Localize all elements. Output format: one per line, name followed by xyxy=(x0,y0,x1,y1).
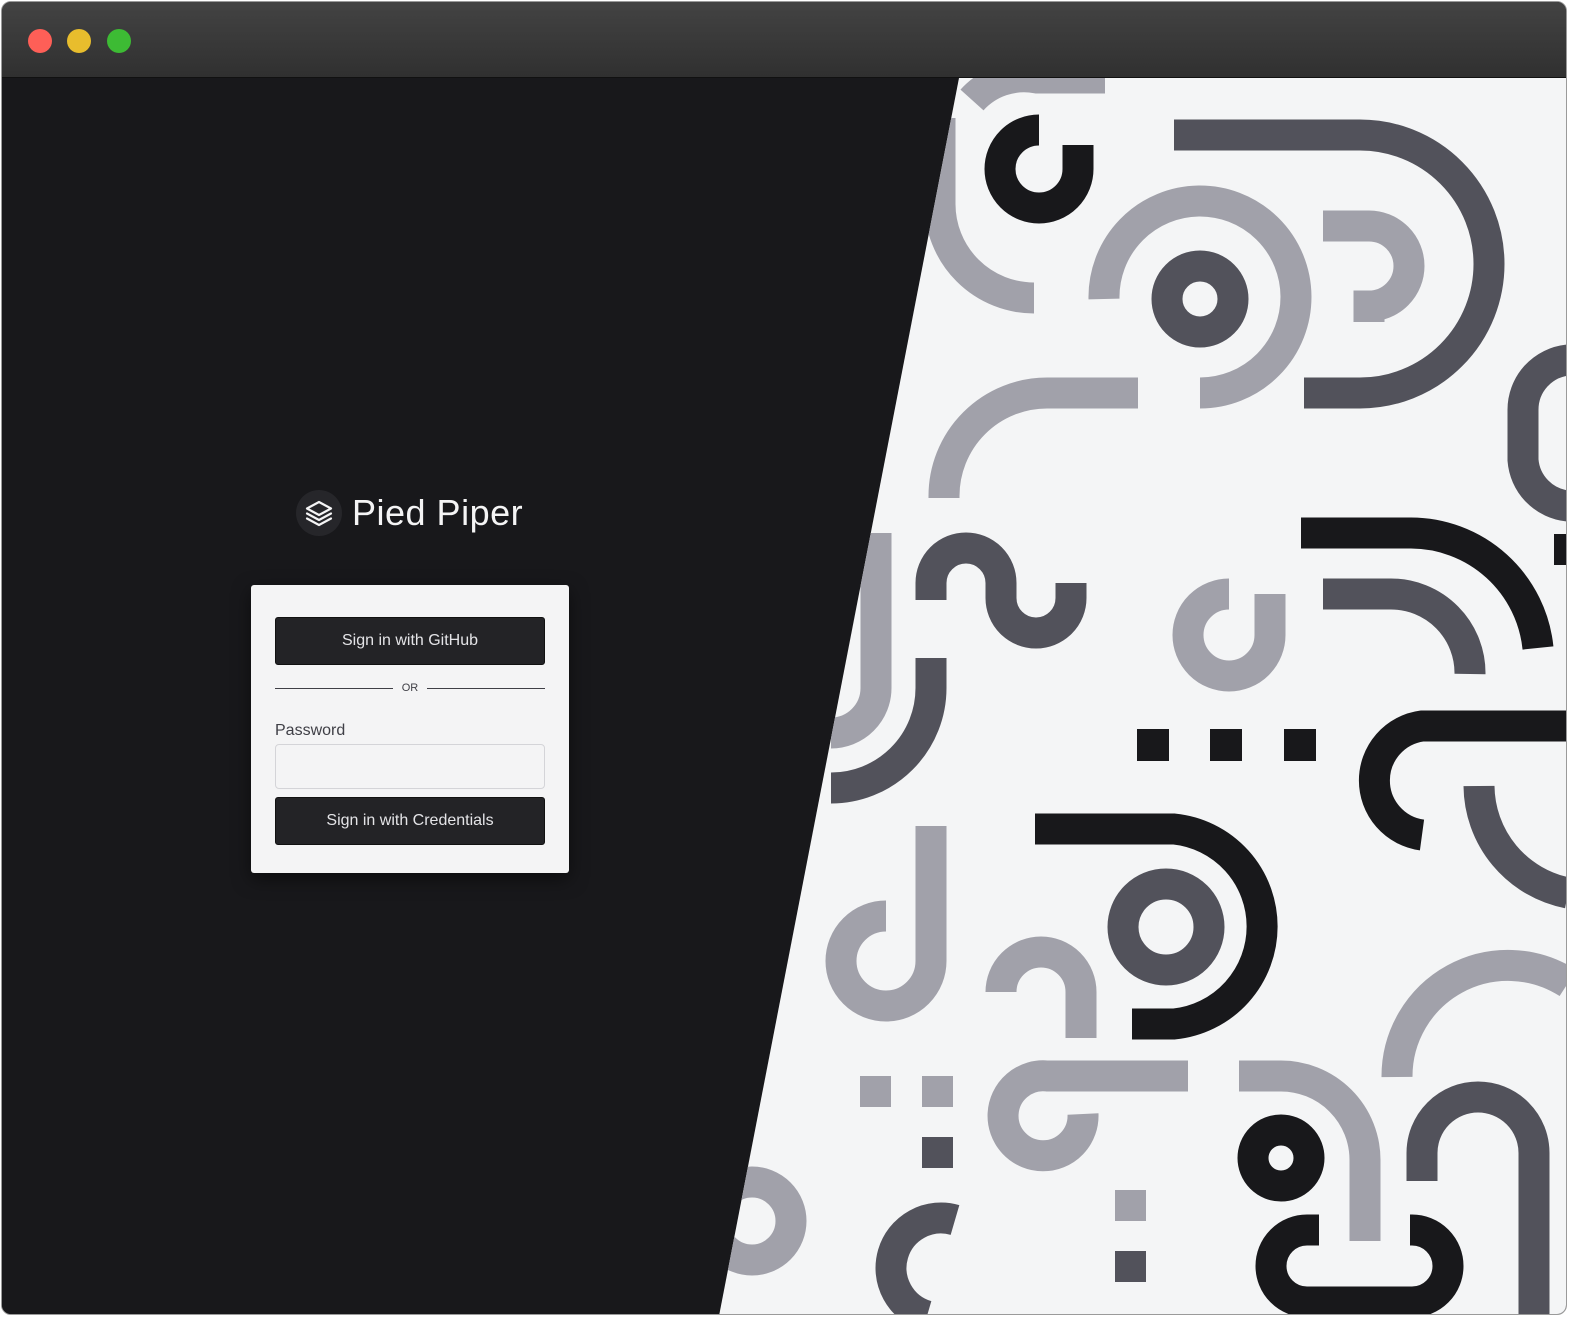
title-bar xyxy=(2,2,1566,78)
decorative-pattern xyxy=(719,78,1566,1314)
sign-in-credentials-button[interactable]: Sign in with Credentials xyxy=(275,797,545,845)
brand-header: Pied Piper xyxy=(296,490,523,536)
login-page: Pied Piper Sign in with GitHub OR Passwo… xyxy=(2,78,1566,1314)
or-divider: OR xyxy=(275,682,545,694)
password-label: Password xyxy=(275,722,346,739)
zoom-window-button[interactable] xyxy=(107,29,131,53)
divider-line-right xyxy=(427,688,545,689)
login-card: Sign in with GitHub OR Password Sign in … xyxy=(251,585,569,873)
app-window: Pied Piper Sign in with GitHub OR Passwo… xyxy=(1,1,1567,1315)
sign-in-github-button[interactable]: Sign in with GitHub xyxy=(275,617,545,665)
close-window-button[interactable] xyxy=(28,29,52,53)
stacked-layers-icon xyxy=(296,490,342,536)
brand-name: Pied Piper xyxy=(352,492,524,533)
password-input[interactable] xyxy=(275,744,545,789)
minimize-window-button[interactable] xyxy=(67,29,91,53)
